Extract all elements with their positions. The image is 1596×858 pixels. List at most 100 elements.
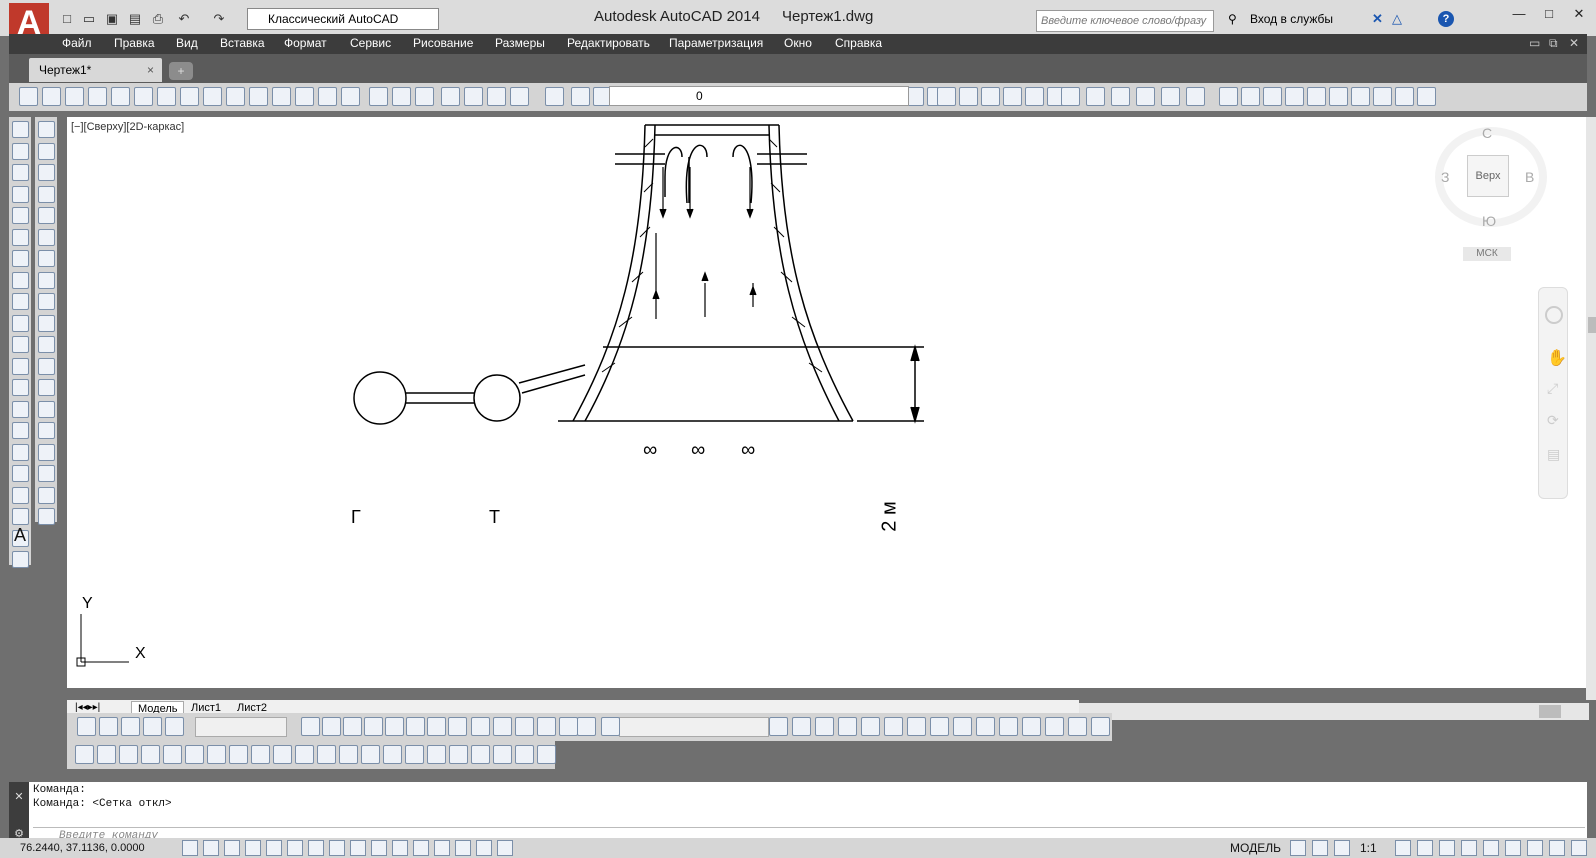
modify-tool-12-icon[interactable] (38, 357, 55, 375)
status-toggle-2-icon[interactable] (203, 840, 219, 856)
status-toggle-1-icon[interactable] (182, 840, 198, 856)
toolbar-tool-12-icon[interactable] (272, 87, 291, 106)
view-tool-7-icon[interactable] (322, 717, 341, 736)
edit-tool-2-icon[interactable] (97, 745, 116, 764)
edit-tool-22-icon[interactable] (537, 745, 556, 764)
status-toggle-21-icon[interactable] (1417, 840, 1433, 856)
doc-restore-icon[interactable]: ⧉ (1549, 36, 1558, 51)
modify-tool-18-icon[interactable] (38, 486, 55, 504)
edit-tool-20-icon[interactable] (493, 745, 512, 764)
drawing-canvas[interactable]: [−][Сверху][2D-каркас] Г Т 2 м ∞ ∞ ∞ Y X… (67, 117, 1586, 688)
status-toggle-24-icon[interactable] (1483, 840, 1499, 856)
modify-tool-16-icon[interactable] (38, 443, 55, 461)
edit-tool-8-icon[interactable] (229, 745, 248, 764)
status-toggle-23-icon[interactable] (1461, 840, 1477, 856)
edit-tool-21-icon[interactable] (515, 745, 534, 764)
status-toggle-7-icon[interactable] (308, 840, 324, 856)
view-tool-32-icon[interactable] (1022, 717, 1041, 736)
status-toggle-22-icon[interactable] (1439, 840, 1455, 856)
doc-minimize-icon[interactable]: ▭ (1529, 36, 1540, 50)
vertical-scroll-thumb[interactable] (1588, 317, 1596, 333)
toolbar-tool-23-icon[interactable] (545, 87, 564, 106)
draw-tool-15-icon[interactable] (12, 422, 29, 439)
edit-tool-15-icon[interactable] (383, 745, 402, 764)
view-tool-30-icon[interactable] (976, 717, 995, 736)
toolbar-tool-49-icon[interactable] (1373, 87, 1392, 106)
signin-link[interactable]: Вход в службы (1250, 12, 1333, 26)
toolbar-tool-46-icon[interactable] (1307, 87, 1326, 106)
view-tool-29-icon[interactable] (953, 717, 972, 736)
view-tool-19-icon[interactable] (577, 717, 596, 736)
toolbar-tool-31-icon[interactable] (959, 87, 978, 106)
status-toggle-16-icon[interactable] (497, 840, 513, 856)
toolbar-tool-18-icon[interactable] (415, 87, 434, 106)
view-tool-4-icon[interactable] (143, 717, 162, 736)
draw-tool-16-icon[interactable] (12, 443, 29, 461)
modify-tool-17-icon[interactable] (38, 465, 55, 482)
text-tool-icon[interactable]: A (14, 525, 26, 546)
status-toggle-26-icon[interactable] (1527, 840, 1543, 856)
toolbar-tool-36-icon[interactable] (1061, 87, 1080, 106)
toolbar-tool-1-icon[interactable] (19, 87, 38, 106)
toolbar-tool-16-icon[interactable] (369, 87, 388, 106)
modify-tool-1-icon[interactable] (38, 121, 55, 138)
view-tool-8-icon[interactable] (343, 717, 362, 736)
modify-tool-14-icon[interactable] (38, 400, 55, 418)
toolbar-tool-3-icon[interactable] (65, 87, 84, 106)
exchange-icon[interactable]: ✕ (1372, 11, 1383, 27)
modify-tool-2-icon[interactable] (38, 142, 55, 160)
cursor-coordinates[interactable]: 76.2440, 37.1136, 0.0000 (20, 842, 145, 854)
modify-tool-7-icon[interactable] (38, 250, 55, 267)
toolbar-tool-45-icon[interactable] (1285, 87, 1304, 106)
toolbar-tool-38-icon[interactable] (1111, 87, 1130, 106)
save-icon[interactable]: ▣ (103, 10, 121, 28)
minimize-button[interactable]: — (1506, 4, 1532, 24)
toolbar-tool-19-icon[interactable] (441, 87, 460, 106)
view-tool-10-icon[interactable] (385, 717, 404, 736)
edit-tool-5-icon[interactable] (163, 745, 182, 764)
toolbar-tool-5-icon[interactable] (111, 87, 130, 106)
status-toggle-6-icon[interactable] (287, 840, 303, 856)
tab-close-icon[interactable]: × (147, 58, 154, 82)
draw-tool-12-icon[interactable] (12, 357, 29, 375)
modify-tool-4-icon[interactable] (38, 185, 55, 203)
viewcube-west[interactable]: З (1441, 169, 1449, 185)
edit-tool-17-icon[interactable] (427, 745, 446, 764)
toolbar-tool-33-icon[interactable] (1003, 87, 1022, 106)
toolbar-tool-47-icon[interactable] (1329, 87, 1348, 106)
toolbar-tool-21-icon[interactable] (487, 87, 506, 106)
model-space-toggle[interactable]: МОДЕЛЬ (1230, 841, 1281, 855)
status-toggle-12-icon[interactable] (413, 840, 429, 856)
view-tool-12-icon[interactable] (427, 717, 446, 736)
view-tool-16-icon[interactable] (515, 717, 534, 736)
menu-view[interactable]: Вид (176, 36, 198, 50)
menu-dimension[interactable]: Размеры (495, 36, 545, 50)
view-tool-24-icon[interactable] (838, 717, 857, 736)
view-tool-26-icon[interactable] (884, 717, 903, 736)
edit-tool-1-icon[interactable] (75, 745, 94, 764)
horizontal-scrollbar[interactable] (1079, 703, 1589, 720)
view-tool-20-icon[interactable] (601, 717, 620, 736)
print-icon[interactable]: ⎙ (149, 10, 167, 28)
status-toggle-19-icon[interactable] (1334, 840, 1350, 856)
toolbar-tool-41-icon[interactable] (1186, 87, 1205, 106)
view-tool-35-icon[interactable] (1091, 717, 1110, 736)
status-toggle-20-icon[interactable] (1395, 840, 1411, 856)
edit-tool-7-icon[interactable] (207, 745, 226, 764)
edit-tool-9-icon[interactable] (251, 745, 270, 764)
modify-tool-9-icon[interactable] (38, 293, 55, 310)
view-tool-11-icon[interactable] (406, 717, 425, 736)
draw-tool-7-icon[interactable] (12, 250, 29, 267)
view-tool-6-icon[interactable] (301, 717, 320, 736)
draw-tool-14-icon[interactable] (12, 400, 29, 418)
view-tool-25-icon[interactable] (861, 717, 880, 736)
status-toggle-17-icon[interactable] (1290, 840, 1306, 856)
draw-tool-9-icon[interactable] (12, 293, 29, 310)
view-tool-15-icon[interactable] (493, 717, 512, 736)
undo-icon[interactable]: ↶ (175, 10, 193, 28)
vertical-scrollbar[interactable] (1586, 117, 1596, 700)
menu-format[interactable]: Формат (284, 36, 327, 50)
toolbar-tool-39-icon[interactable] (1136, 87, 1155, 106)
toolbar-tool-30-icon[interactable] (937, 87, 956, 106)
steering-wheel-icon[interactable] (1545, 306, 1563, 324)
